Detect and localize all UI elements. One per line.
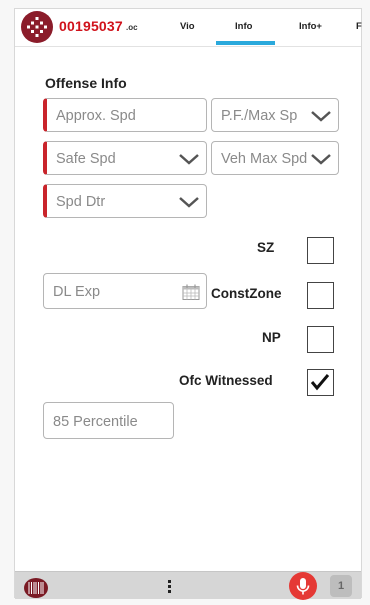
tab-info-plus[interactable]: Info+ xyxy=(299,21,322,32)
ofc-witnessed-label: Ofc Witnessed xyxy=(179,373,273,388)
ofc-witnessed-checkbox[interactable] xyxy=(307,369,334,396)
constzone-label: ConstZone xyxy=(211,286,282,301)
approx-spd-input[interactable]: Approx. Spd xyxy=(43,98,207,132)
record-counter-badge[interactable]: 1 xyxy=(330,575,352,597)
tab-vio[interactable]: Vio xyxy=(180,21,195,32)
chevron-down-icon xyxy=(311,111,331,122)
approx-spd-placeholder: Approx. Spd xyxy=(56,108,136,124)
tab-info[interactable]: Info xyxy=(235,21,252,32)
tab-f[interactable]: F xyxy=(356,21,362,32)
chevron-down-icon xyxy=(311,154,331,165)
pf-max-sp-placeholder: P.F./Max Sp xyxy=(221,108,298,124)
ticket-suffix: .oc xyxy=(126,23,138,32)
microphone-icon xyxy=(296,578,310,595)
barcode-scanner-icon[interactable] xyxy=(23,577,49,599)
safe-spd-placeholder: Safe Spd xyxy=(56,151,116,167)
bottom-toolbar: 1 xyxy=(15,571,361,600)
checkmark-icon xyxy=(310,374,330,391)
app-logo-icon[interactable] xyxy=(21,11,53,43)
constzone-checkbox[interactable] xyxy=(307,282,334,309)
sz-checkbox[interactable] xyxy=(307,237,334,264)
dl-exp-placeholder: DL Exp xyxy=(53,284,101,300)
section-title: Offense Info xyxy=(45,75,127,91)
microphone-button[interactable] xyxy=(289,572,317,600)
dl-exp-input[interactable]: DL Exp xyxy=(43,273,207,309)
percentile-85-input[interactable]: 85 Percentile xyxy=(43,402,174,439)
chevron-down-icon xyxy=(179,154,199,165)
calendar-icon[interactable] xyxy=(182,284,200,300)
pf-max-sp-select[interactable]: P.F./Max Sp xyxy=(211,98,339,132)
spd-dtr-placeholder: Spd Dtr xyxy=(56,194,106,210)
header-bar: 00195037 .oc Vio Info Info+ F xyxy=(15,9,362,47)
sz-label: SZ xyxy=(257,240,275,255)
veh-max-spd-select[interactable]: Veh Max Spd xyxy=(211,141,339,175)
more-options-icon[interactable] xyxy=(168,580,172,595)
np-checkbox[interactable] xyxy=(307,326,334,353)
chevron-down-icon xyxy=(179,197,199,208)
percentile-85-placeholder: 85 Percentile xyxy=(53,414,138,430)
app-frame: 00195037 .oc Vio Info Info+ F Offense In… xyxy=(14,8,362,600)
spd-dtr-select[interactable]: Spd Dtr xyxy=(43,184,207,218)
active-tab-indicator xyxy=(216,41,275,45)
safe-spd-select[interactable]: Safe Spd xyxy=(43,141,207,175)
veh-max-spd-placeholder: Veh Max Spd xyxy=(221,151,307,167)
np-label: NP xyxy=(262,330,281,345)
ticket-number: 00195037 xyxy=(59,18,123,34)
